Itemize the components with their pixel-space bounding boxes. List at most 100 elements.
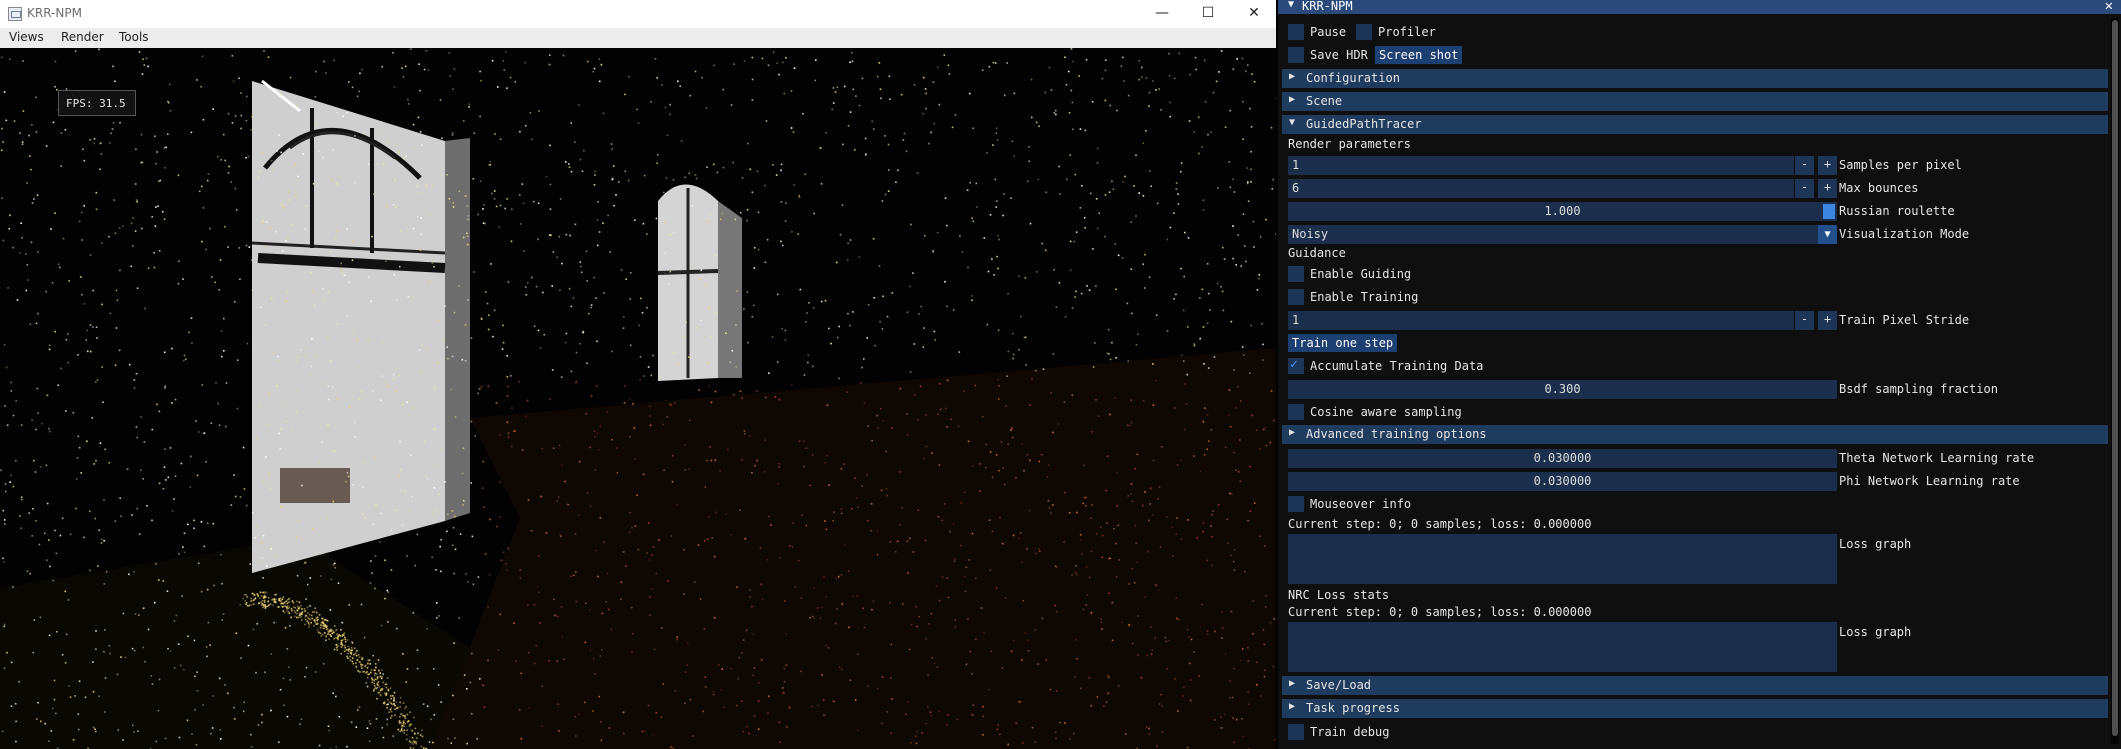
header-guided-label: GuidedPathTracer — [1306, 117, 1422, 131]
russian-roulette-row: 1.000 Russian roulette — [1278, 201, 2108, 221]
train-pixel-stride-label: Train Pixel Stride — [1839, 313, 1970, 327]
samples-per-pixel-row: 1 - + Samples per pixel — [1278, 155, 2108, 175]
menu-views[interactable]: Views — [9, 30, 44, 44]
header-advanced-training[interactable]: ▶ Advanced training options — [1282, 425, 2108, 444]
increment-button[interactable]: + — [1818, 156, 1837, 175]
menu-render[interactable]: Render — [61, 30, 104, 44]
accumulate-training-label: Accumulate Training Data — [1310, 359, 1484, 373]
render-viewport[interactable]: FPS: 31.5 — [0, 48, 1276, 749]
minimize-button[interactable]: — — [1139, 0, 1185, 28]
decrement-button[interactable]: - — [1795, 156, 1814, 175]
enable-guiding-label: Enable Guiding — [1310, 267, 1412, 281]
profiler-checkbox[interactable] — [1356, 24, 1372, 40]
enable-guiding-checkbox[interactable] — [1288, 266, 1304, 282]
theta-lr-input[interactable]: 0.030000 — [1288, 449, 1837, 468]
phi-lr-label: Phi Network Learning rate — [1839, 474, 2020, 488]
panel-titlebar[interactable]: ▼ KRR-NPM ✕ — [1278, 0, 2121, 14]
screenshot-button[interactable]: Screen shot — [1375, 46, 1463, 64]
expand-arrow-icon: ▶ — [1289, 701, 1296, 712]
guidance-label: Guidance — [1288, 246, 1346, 260]
samples-per-pixel-input[interactable]: 1 — [1288, 156, 1794, 175]
expand-arrow-icon: ▶ — [1289, 427, 1296, 438]
menu-tools[interactable]: Tools — [119, 30, 149, 44]
cosine-aware-row: Cosine aware sampling — [1278, 402, 2108, 422]
decrement-button[interactable]: - — [1795, 311, 1814, 330]
nrc-loss-stats-label: NRC Loss stats — [1288, 588, 1390, 602]
loss-graph-plot — [1288, 622, 1837, 672]
small-window-light — [657, 184, 742, 381]
max-bounces-row: 6 - + Max bounces — [1278, 178, 2108, 198]
loss-graph-label: Loss graph — [1839, 537, 1912, 551]
status-text: Current step: 0; 0 samples; loss: 0.0000… — [1288, 517, 1592, 531]
visualization-mode-select[interactable]: Noisy — [1288, 225, 1837, 244]
train-pixel-stride-row: 1 - + Train Pixel Stride — [1278, 310, 2108, 330]
profiler-label: Profiler — [1378, 25, 1436, 39]
bsdf-fraction-slider[interactable]: 0.300 — [1288, 380, 1837, 399]
mouseover-info-label: Mouseover info — [1310, 497, 1412, 511]
train-pixel-stride-input[interactable]: 1 — [1288, 311, 1794, 330]
window-titlebar[interactable]: KRR-NPM — ☐ ✕ — [0, 0, 1276, 28]
pause-row: Pause Profiler — [1278, 22, 2108, 42]
train-one-step-button[interactable]: Train one step — [1288, 334, 1398, 352]
cosine-aware-checkbox[interactable] — [1288, 404, 1304, 420]
increment-button[interactable]: + — [1818, 311, 1837, 330]
mouseover-info-checkbox[interactable] — [1288, 496, 1304, 512]
header-task-progress[interactable]: ▶ Task progress — [1282, 699, 2108, 718]
app-icon — [8, 7, 22, 21]
header-guidedpathtracer[interactable]: ▼ GuidedPathTracer — [1282, 115, 2108, 134]
maximize-button[interactable]: ☐ — [1185, 0, 1231, 28]
phi-lr-input[interactable]: 0.030000 — [1288, 472, 1837, 491]
theta-lr-label: Theta Network Learning rate — [1839, 451, 2035, 465]
close-icon[interactable]: ✕ — [2105, 0, 2113, 14]
train-debug-label: Train debug — [1310, 725, 1390, 739]
large-window-light — [251, 79, 470, 573]
status-text: Current step: 0; 0 samples; loss: 0.0000… — [1288, 605, 1592, 619]
close-button[interactable]: ✕ — [1231, 0, 1276, 28]
theta-lr-row: 0.030000 Theta Network Learning rate — [1278, 448, 2108, 468]
train-debug-checkbox[interactable] — [1288, 724, 1304, 740]
panel-scrollbar[interactable] — [2111, 18, 2119, 744]
rendered-scene[interactable] — [0, 48, 1276, 749]
scrollbar-thumb[interactable] — [2112, 20, 2118, 736]
expand-arrow-icon: ▶ — [1289, 678, 1296, 689]
enable-training-checkbox[interactable] — [1288, 289, 1304, 305]
header-configuration-label: Configuration — [1306, 71, 1400, 85]
visualization-mode-row: Noisy ▼ Visualization Mode — [1278, 224, 2108, 244]
window-title: KRR-NPM — [27, 6, 82, 20]
header-configuration[interactable]: ▶ Configuration — [1282, 69, 2108, 88]
phi-lr-row: 0.030000 Phi Network Learning rate — [1278, 471, 2108, 491]
header-save-load[interactable]: ▶ Save/Load — [1282, 676, 2108, 695]
enable-training-row: Enable Training — [1278, 287, 2108, 307]
enable-training-label: Enable Training — [1310, 290, 1419, 304]
save-hdr-label: Save HDR — [1310, 48, 1368, 62]
header-scene[interactable]: ▶ Scene — [1282, 92, 2108, 111]
slider-grab[interactable] — [1823, 204, 1835, 219]
settings-panel: ▼ KRR-NPM ✕ Pause Profiler Save HDR Scre… — [1278, 0, 2121, 749]
mouseover-info-row: Mouseover info — [1278, 494, 2108, 514]
pause-checkbox[interactable] — [1288, 24, 1304, 40]
accumulate-training-row: Accumulate Training Data — [1278, 356, 2108, 376]
loss-graph-label: Loss graph — [1839, 625, 1912, 639]
bsdf-fraction-row: 0.300 Bsdf sampling fraction — [1278, 379, 2108, 399]
samples-per-pixel-label: Samples per pixel — [1839, 158, 1962, 172]
render-parameters-label: Render parameters — [1288, 137, 1411, 151]
bsdf-fraction-label: Bsdf sampling fraction — [1839, 382, 1998, 396]
collapse-icon[interactable]: ▼ — [1288, 0, 1294, 10]
accumulate-training-checkbox[interactable] — [1288, 357, 1304, 374]
panel-title: KRR-NPM — [1302, 0, 1353, 13]
max-bounces-input[interactable]: 6 — [1288, 179, 1794, 198]
russian-roulette-slider[interactable]: 1.000 — [1288, 202, 1837, 221]
pause-label: Pause — [1310, 25, 1347, 39]
loss-graph-plot — [1288, 534, 1837, 584]
cosine-aware-label: Cosine aware sampling — [1310, 405, 1462, 419]
increment-button[interactable]: + — [1818, 179, 1837, 198]
save-hdr-checkbox[interactable] — [1288, 47, 1304, 63]
train-one-step-row: Train one step — [1278, 333, 2108, 353]
decrement-button[interactable]: - — [1795, 179, 1814, 198]
enable-guiding-row: Enable Guiding — [1278, 264, 2108, 284]
chevron-down-icon[interactable]: ▼ — [1818, 225, 1837, 244]
collapse-arrow-icon: ▼ — [1289, 117, 1296, 128]
fps-counter: FPS: 31.5 — [58, 90, 136, 116]
header-task-progress-label: Task progress — [1306, 701, 1400, 715]
header-scene-label: Scene — [1306, 94, 1343, 108]
